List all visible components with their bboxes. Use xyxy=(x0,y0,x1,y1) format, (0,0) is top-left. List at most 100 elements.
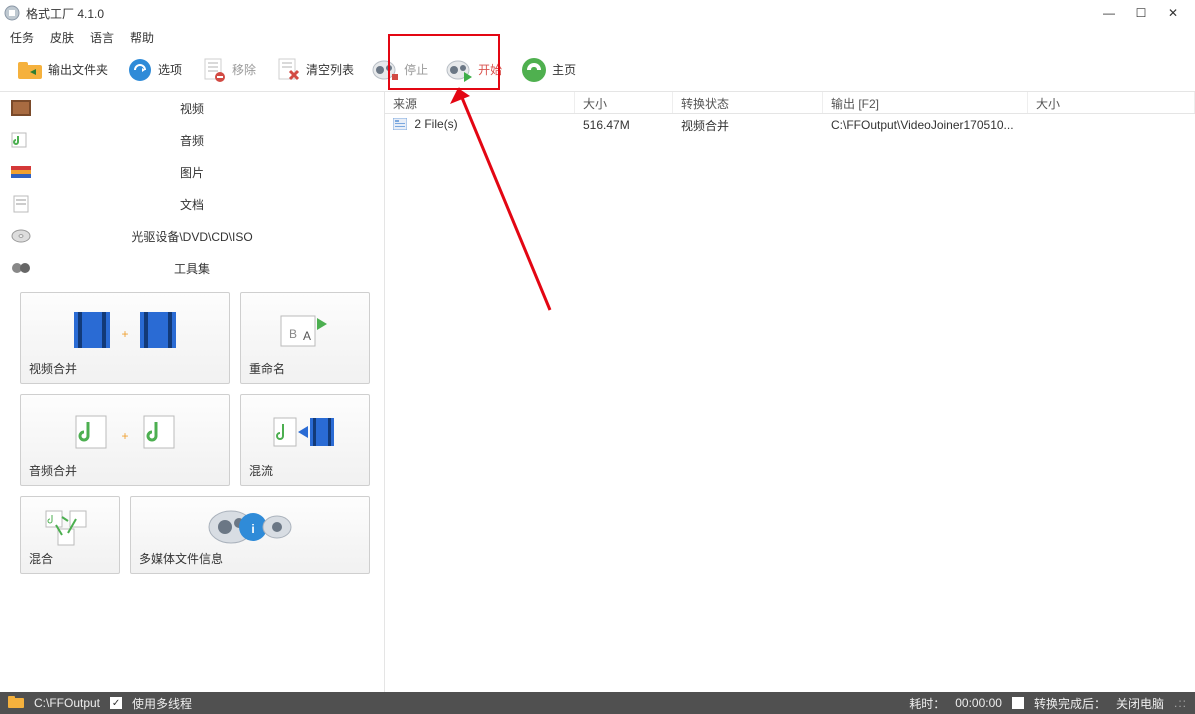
category-optical-label: 光驱设备\DVD\CD\ISO xyxy=(36,228,348,245)
cell-output: C:\FFOutput\VideoJoiner170510... xyxy=(823,116,1028,134)
tile-rename-label: 重命名 xyxy=(249,360,361,377)
tile-video-join[interactable]: + 视频合并 xyxy=(20,292,230,384)
category-video-label: 视频 xyxy=(36,100,348,117)
col-status[interactable]: 转换状态 xyxy=(673,92,823,113)
rename-icon: BA xyxy=(249,299,361,360)
category-image-label: 图片 xyxy=(36,164,348,181)
clear-icon xyxy=(274,56,302,84)
clear-list-button[interactable]: 清空列表 xyxy=(268,52,360,88)
file-list-icon xyxy=(393,118,407,133)
video-join-icon: + xyxy=(29,299,221,360)
cell-size: 516.47M xyxy=(575,116,673,134)
after-done-label: 转换完成后： xyxy=(1034,695,1106,712)
col-size2[interactable]: 大小 xyxy=(1028,92,1195,113)
document-icon xyxy=(6,192,36,216)
category-document[interactable]: 文档 xyxy=(0,188,384,220)
toolbox-icon xyxy=(6,256,36,280)
app-icon xyxy=(4,5,20,21)
after-done-checkbox[interactable]: ✓ xyxy=(1012,697,1024,709)
tile-video-join-label: 视频合并 xyxy=(29,360,221,377)
tile-audio-join-label: 音频合并 xyxy=(29,462,221,479)
svg-text:+: + xyxy=(121,429,128,443)
status-folder-icon[interactable] xyxy=(8,695,24,712)
start-label: 开始 xyxy=(478,61,502,78)
elapsed-label: 耗时： xyxy=(909,695,945,712)
mux-icon xyxy=(249,401,361,462)
options-icon xyxy=(126,56,154,84)
output-folder-button[interactable]: 输出文件夹 xyxy=(10,52,114,88)
col-size[interactable]: 大小 xyxy=(575,92,673,113)
category-document-label: 文档 xyxy=(36,196,348,213)
category-optical[interactable]: 光驱设备\DVD\CD\ISO xyxy=(0,220,384,252)
start-button[interactable]: 开始 xyxy=(440,52,508,88)
menu-help[interactable]: 帮助 xyxy=(130,29,154,46)
multithread-checkbox[interactable]: ✓ xyxy=(110,697,122,709)
category-audio[interactable]: 音频 xyxy=(0,124,384,156)
options-button[interactable]: 选项 xyxy=(120,52,188,88)
cell-source: 2 File(s) xyxy=(385,115,575,134)
stop-label: 停止 xyxy=(404,61,428,78)
home-button[interactable]: 主页 xyxy=(514,52,582,88)
list-row[interactable]: 2 File(s) 516.47M 视频合并 C:\FFOutput\Video… xyxy=(385,114,1195,136)
minimize-button[interactable]: — xyxy=(1099,6,1119,20)
multithread-label: 使用多线程 xyxy=(132,695,192,712)
tile-mux-label: 混流 xyxy=(249,462,361,479)
folder-icon xyxy=(16,56,44,84)
mix-icon xyxy=(29,503,111,550)
status-output-path[interactable]: C:\FFOutput xyxy=(34,696,100,710)
tile-mediainfo-label: 多媒体文件信息 xyxy=(139,550,361,567)
menu-language[interactable]: 语言 xyxy=(90,29,114,46)
remove-icon xyxy=(200,56,228,84)
window-controls: — ☐ ✕ xyxy=(1099,6,1191,20)
category-toolbox[interactable]: 工具集 xyxy=(0,252,384,284)
category-toolbox-label: 工具集 xyxy=(36,260,348,277)
list-header: 来源 大小 转换状态 输出 [F2] 大小 xyxy=(385,92,1195,114)
category-image[interactable]: 图片 xyxy=(0,156,384,188)
close-button[interactable]: ✕ xyxy=(1163,6,1183,20)
maximize-button[interactable]: ☐ xyxy=(1131,6,1151,20)
status-bar: C:\FFOutput ✓ 使用多线程 耗时： 00:00:00 ✓ 转换完成后… xyxy=(0,692,1195,714)
category-list: 视频 音频 图片 文档 光驱设备\DVD\CD\ISO 工具集 xyxy=(0,92,384,284)
toolbox-tiles: + 视频合并 BA 重命名 + 音频合并 混流 混合 i xyxy=(0,284,384,574)
menu-bar: 任务 皮肤 语言 帮助 xyxy=(0,26,1195,48)
title-bar: 格式工厂 4.1.0 — ☐ ✕ xyxy=(0,0,1195,26)
options-label: 选项 xyxy=(158,61,182,78)
audio-icon xyxy=(6,128,36,152)
cell-size2 xyxy=(1028,123,1195,127)
stop-button[interactable]: 停止 xyxy=(366,52,434,88)
menu-skin[interactable]: 皮肤 xyxy=(50,29,74,46)
category-audio-label: 音频 xyxy=(36,132,348,149)
col-output[interactable]: 输出 [F2] xyxy=(823,92,1028,113)
resize-grip[interactable]: .:: xyxy=(1174,696,1187,710)
main-area: 视频 音频 图片 文档 光驱设备\DVD\CD\ISO 工具集 xyxy=(0,92,1195,692)
image-icon xyxy=(6,160,36,184)
svg-text:A: A xyxy=(303,329,311,343)
category-video[interactable]: 视频 xyxy=(0,92,384,124)
after-done-value: 关闭电脑 xyxy=(1116,695,1164,712)
tile-rename[interactable]: BA 重命名 xyxy=(240,292,370,384)
stop-icon xyxy=(372,56,400,84)
right-panel: 来源 大小 转换状态 输出 [F2] 大小 2 File(s) 516.47M … xyxy=(385,92,1195,692)
svg-text:i: i xyxy=(251,522,254,536)
mediainfo-icon: i xyxy=(139,503,361,550)
remove-button[interactable]: 移除 xyxy=(194,52,262,88)
cell-source-text: 2 File(s) xyxy=(414,117,457,131)
svg-text:B: B xyxy=(289,327,297,341)
menu-task[interactable]: 任务 xyxy=(10,29,34,46)
col-source[interactable]: 来源 xyxy=(385,92,575,113)
tile-mediainfo[interactable]: i 多媒体文件信息 xyxy=(130,496,370,574)
start-icon xyxy=(446,56,474,84)
toolbar: 输出文件夹 选项 移除 清空列表 停止 开始 主页 xyxy=(0,48,1195,92)
tile-mix-label: 混合 xyxy=(29,550,111,567)
output-folder-label: 输出文件夹 xyxy=(48,61,108,78)
elapsed-value: 00:00:00 xyxy=(955,696,1002,710)
home-label: 主页 xyxy=(552,61,576,78)
audio-join-icon: + xyxy=(29,401,221,462)
cell-status: 视频合并 xyxy=(673,115,823,136)
window-title: 格式工厂 4.1.0 xyxy=(26,5,1099,22)
tile-mix[interactable]: 混合 xyxy=(20,496,120,574)
tile-audio-join[interactable]: + 音频合并 xyxy=(20,394,230,486)
disc-icon xyxy=(6,224,36,248)
remove-label: 移除 xyxy=(232,61,256,78)
tile-mux[interactable]: 混流 xyxy=(240,394,370,486)
